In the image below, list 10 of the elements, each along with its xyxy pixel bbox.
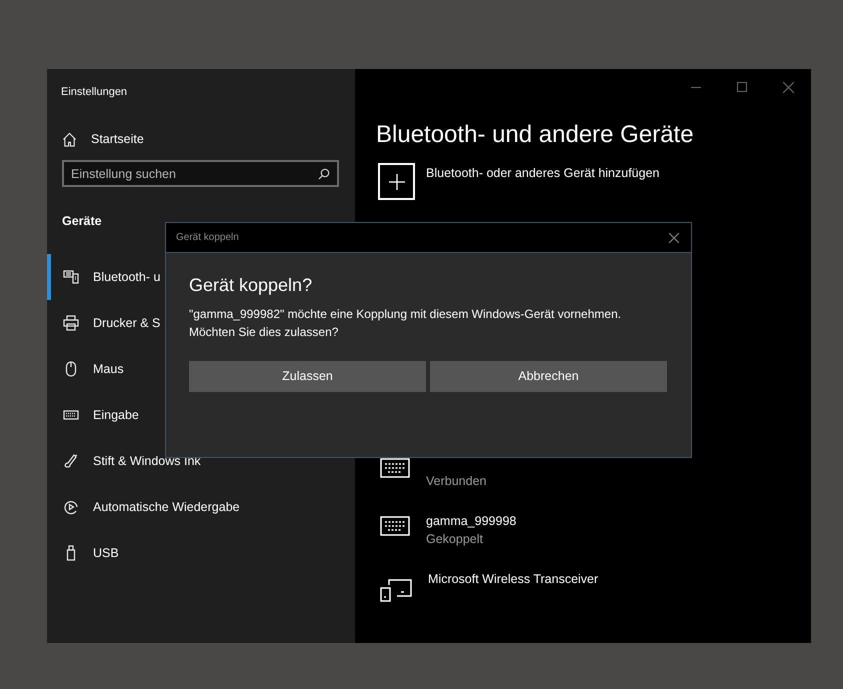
device-status: Verbunden xyxy=(426,473,486,490)
device-status: Gekoppelt xyxy=(426,531,484,548)
dialog-heading: Gerät koppeln? xyxy=(189,274,314,297)
dialog-message: "gamma_999982" möchte eine Kopplung mit diesem Windows-Gerät vornehmen. Möchten Sie dies zulassen? xyxy=(189,306,622,341)
window-title: Einstellungen xyxy=(61,86,128,98)
dialog-title: Gerät koppeln xyxy=(176,231,239,245)
section-heading: Geräte xyxy=(62,214,102,228)
page-title: Bluetooth- und andere Geräte xyxy=(376,120,694,150)
device-name: Microsoft Wireless Transceiver xyxy=(428,571,598,588)
device-name: gamma_999998 xyxy=(426,513,516,530)
